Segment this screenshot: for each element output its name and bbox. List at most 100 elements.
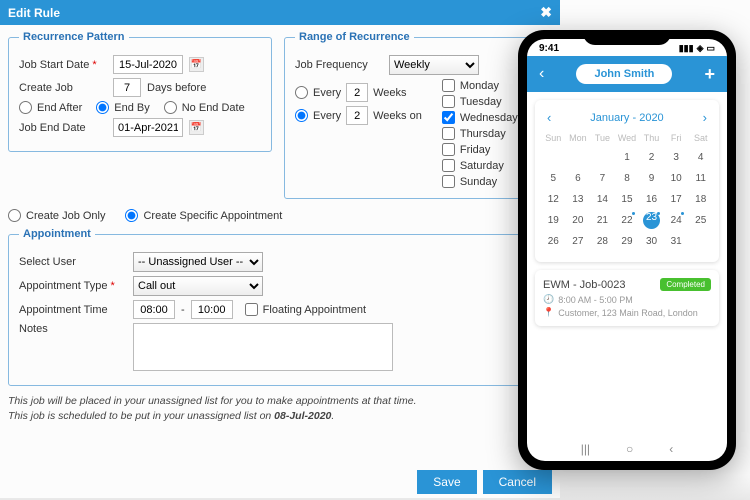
- appt-type-dropdown[interactable]: Call out: [133, 276, 263, 296]
- calendar-day[interactable]: 30: [639, 231, 664, 252]
- calendar-icon[interactable]: 📅: [189, 120, 204, 135]
- range-fieldset: Range of Recurrence Job Frequency Weekly…: [284, 31, 552, 199]
- days-before-input[interactable]: [113, 78, 141, 97]
- appt-time-label: Appointment Time: [19, 304, 127, 316]
- calendar-day[interactable]: 7: [590, 168, 615, 189]
- calendar-grid: 1234567891011121314151617181920212223242…: [541, 147, 713, 252]
- end-after-radio[interactable]: End After: [19, 101, 82, 114]
- calendar-day: [688, 231, 713, 252]
- calendar-day[interactable]: 8: [615, 168, 640, 189]
- select-user-dropdown[interactable]: -- Unassigned User --: [133, 252, 263, 272]
- cancel-button[interactable]: Cancel: [483, 470, 552, 494]
- every-weeks-input[interactable]: [346, 83, 368, 102]
- calendar-day[interactable]: 27: [566, 231, 591, 252]
- calendar-day[interactable]: 16: [639, 189, 664, 210]
- calendar-icon[interactable]: 📅: [189, 57, 204, 72]
- calendar-day[interactable]: 6: [566, 168, 591, 189]
- end-date-input[interactable]: [113, 118, 183, 137]
- android-navbar: ||| ○ ‹: [581, 442, 674, 456]
- appointment-fieldset: Appointment Select User -- Unassigned Us…: [8, 228, 552, 386]
- calendar-day[interactable]: 14: [590, 189, 615, 210]
- dow-row: SunMonTueWedThuFriSat: [541, 133, 713, 143]
- frequency-label: Job Frequency: [295, 59, 383, 71]
- recurrence-fieldset: Recurrence Pattern Job Start Date * 📅 Cr…: [8, 31, 272, 152]
- save-button[interactable]: Save: [417, 470, 476, 494]
- calendar-day: [566, 147, 591, 168]
- calendar-day[interactable]: 21: [590, 210, 615, 231]
- start-date-input[interactable]: [113, 55, 183, 74]
- calendar-day[interactable]: 5: [541, 168, 566, 189]
- back-icon[interactable]: ‹: [539, 65, 544, 83]
- end-by-radio[interactable]: End By: [96, 101, 149, 114]
- calendar-day[interactable]: 1: [615, 147, 640, 168]
- recurrence-legend: Recurrence Pattern: [19, 31, 129, 43]
- frequency-select[interactable]: Weekly: [389, 55, 479, 75]
- calendar-day[interactable]: 23: [639, 210, 664, 231]
- job-time: 8:00 AM - 5:00 PM: [558, 295, 633, 305]
- calendar-day[interactable]: 26: [541, 231, 566, 252]
- calendar-day[interactable]: 19: [541, 210, 566, 231]
- every-weeks-on-radio[interactable]: Every Weeks on: [295, 106, 422, 125]
- weekday-sunday[interactable]: Sunday: [442, 175, 518, 188]
- calendar-day[interactable]: 13: [566, 189, 591, 210]
- weekday-list: Monday Tuesday Wednesday Thursday Friday…: [442, 79, 518, 188]
- appt-type-label: Appointment Type *: [19, 280, 127, 292]
- calendar-day[interactable]: 28: [590, 231, 615, 252]
- prev-month-icon[interactable]: ‹: [547, 110, 551, 125]
- battery-icon: ▭: [706, 43, 715, 54]
- job-address: Customer, 123 Main Road, London: [558, 308, 698, 318]
- status-icons: ▮▮▮◈▭: [679, 43, 715, 54]
- job-card[interactable]: EWM - Job-0023 Completed 🕗8:00 AM - 5:00…: [535, 270, 719, 326]
- next-month-icon[interactable]: ›: [703, 110, 707, 125]
- create-job-label: Create Job: [19, 82, 107, 94]
- weekday-tuesday[interactable]: Tuesday: [442, 95, 518, 108]
- notes-label: Notes: [19, 323, 127, 335]
- calendar-day[interactable]: 10: [664, 168, 689, 189]
- notes-textarea[interactable]: [133, 323, 393, 371]
- select-user-label: Select User: [19, 256, 127, 268]
- weekday-monday[interactable]: Monday: [442, 79, 518, 92]
- calendar-day[interactable]: 22: [615, 210, 640, 231]
- calendar-day[interactable]: 20: [566, 210, 591, 231]
- calendar-day[interactable]: 9: [639, 168, 664, 189]
- every-weeks-radio[interactable]: Every Weeks: [295, 83, 422, 102]
- range-legend: Range of Recurrence: [295, 31, 414, 43]
- calendar-day[interactable]: 24: [664, 210, 689, 231]
- calendar-day: [541, 147, 566, 168]
- weekday-thursday[interactable]: Thursday: [442, 127, 518, 140]
- weekday-friday[interactable]: Friday: [442, 143, 518, 156]
- phone-appbar: ‹ John Smith +: [527, 56, 727, 92]
- calendar-day[interactable]: 18: [688, 189, 713, 210]
- add-icon[interactable]: +: [704, 64, 715, 85]
- calendar-day[interactable]: 11: [688, 168, 713, 189]
- user-pill[interactable]: John Smith: [576, 64, 672, 84]
- calendar-day[interactable]: 4: [688, 147, 713, 168]
- home-icon[interactable]: ○: [626, 442, 633, 456]
- phone-mockup: 9:41 ▮▮▮◈▭ ‹ John Smith + ‹ January - 20…: [518, 30, 736, 470]
- back-nav-icon[interactable]: ‹: [669, 442, 673, 456]
- pin-icon: 📍: [543, 307, 554, 318]
- status-badge: Completed: [660, 278, 711, 291]
- every-weeks-on-input[interactable]: [346, 106, 368, 125]
- calendar-day[interactable]: 17: [664, 189, 689, 210]
- calendar-day[interactable]: 3: [664, 147, 689, 168]
- time-to-input[interactable]: [191, 300, 233, 319]
- calendar-day[interactable]: 29: [615, 231, 640, 252]
- weekday-saturday[interactable]: Saturday: [442, 159, 518, 172]
- calendar-day[interactable]: 25: [688, 210, 713, 231]
- no-end-radio[interactable]: No End Date: [164, 101, 245, 114]
- calendar-day: [590, 147, 615, 168]
- close-icon[interactable]: ✖: [540, 4, 552, 21]
- calendar-day[interactable]: 2: [639, 147, 664, 168]
- time-from-input[interactable]: [133, 300, 175, 319]
- appointment-legend: Appointment: [19, 228, 95, 240]
- create-specific-radio[interactable]: Create Specific Appointment: [125, 209, 282, 222]
- calendar-day[interactable]: 31: [664, 231, 689, 252]
- dialog-titlebar: Edit Rule ✖: [0, 0, 560, 25]
- calendar-day[interactable]: 12: [541, 189, 566, 210]
- create-job-only-radio[interactable]: Create Job Only: [8, 209, 105, 222]
- recents-icon[interactable]: |||: [581, 442, 590, 456]
- floating-checkbox[interactable]: Floating Appointment: [245, 303, 366, 316]
- weekday-wednesday[interactable]: Wednesday: [442, 111, 518, 124]
- calendar-day[interactable]: 15: [615, 189, 640, 210]
